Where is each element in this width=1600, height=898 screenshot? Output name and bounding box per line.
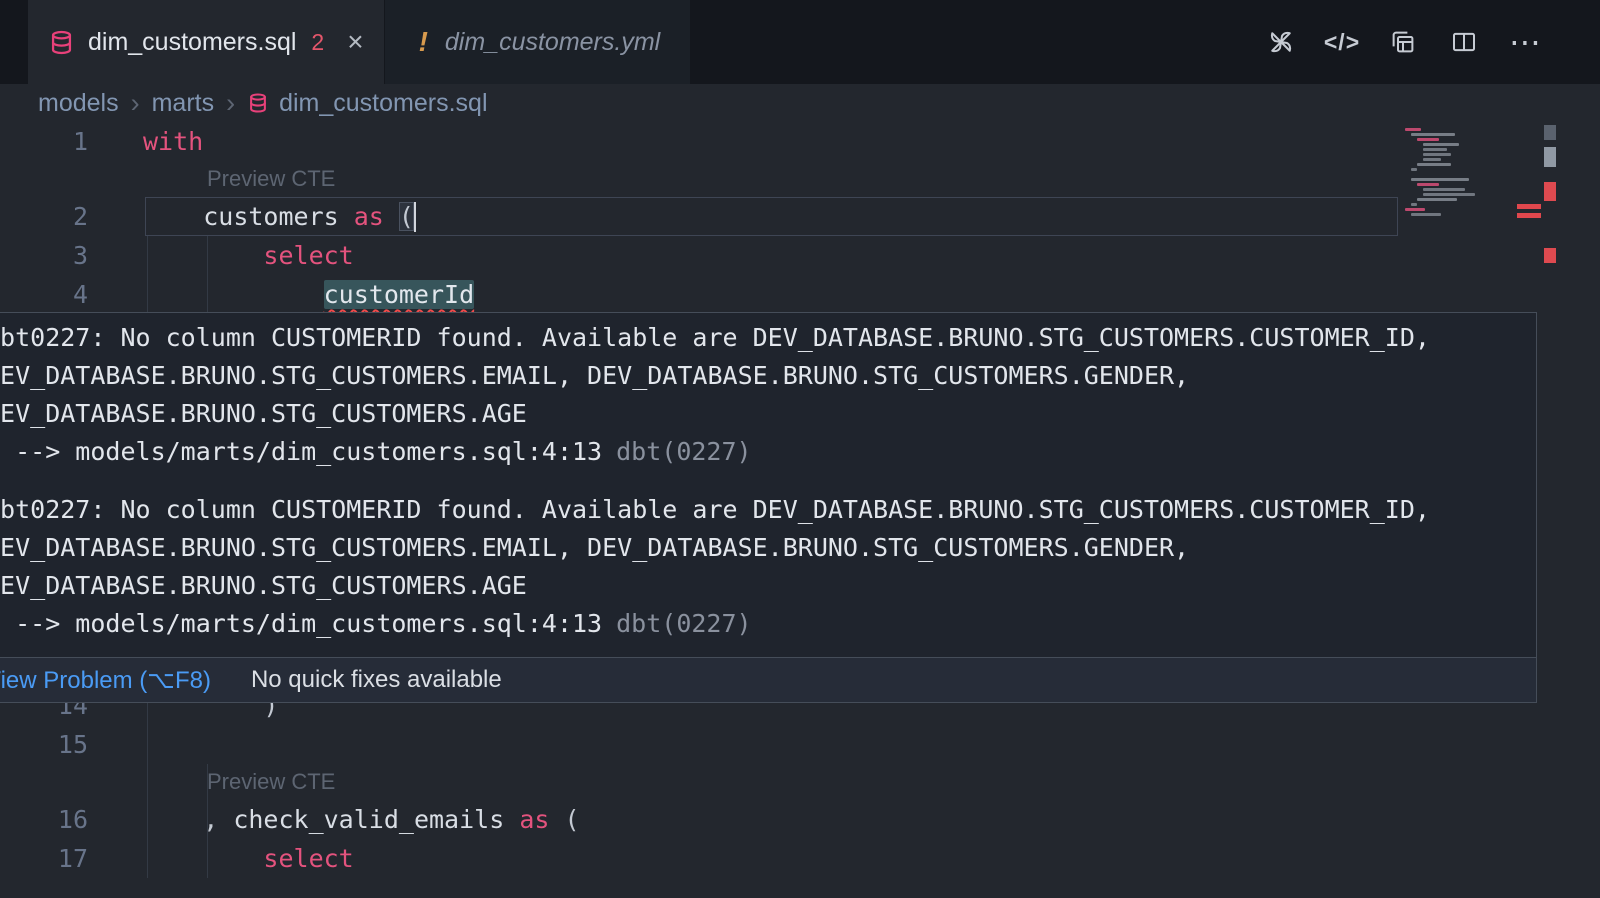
code-line-2[interactable]: 2 customers as ( [0,197,1600,236]
space [384,202,399,231]
identifier-check-valid-emails: check_valid_emails [233,805,519,834]
ruler-error-mark [1544,182,1556,201]
breadcrumb-marts[interactable]: marts [152,89,215,118]
error-text: DEV_DATABASE.BRUNO.STG_CUSTOMERS.EMAIL, … [0,357,1536,395]
tab-dim-customers-sql[interactable]: dim_customers.sql 2 × [28,0,384,84]
keyword-as: as [354,202,384,231]
error-message-block: dbt0227: No column CUSTOMERID found. Ava… [0,491,1536,643]
error-text: dbt0227: No column CUSTOMERID found. Ava… [0,491,1536,529]
minimap[interactable] [1405,128,1543,218]
warning-icon: ! [415,26,432,58]
error-source: dbt(0227) [616,437,751,466]
editor-code-bottom: 14 ) 15 Preview CTE 16 , check_valid_ema… [0,686,1600,878]
keyword-select: select [263,241,353,270]
indent-guide [207,236,208,314]
code-line-15[interactable]: 15 [0,725,1600,764]
code-line-3[interactable]: 3 select [0,236,1600,275]
ruler-error-mark [1544,248,1556,263]
line-number: 2 [0,202,143,231]
error-text: DEV_DATABASE.BRUNO.STG_CUSTOMERS.AGE [0,395,1536,433]
identifier-customers: customers [203,202,354,231]
line-number: 3 [0,241,143,270]
indent [143,805,203,834]
vscode-window: dim_customers.sql 2 × ! dim_customers.ym… [0,0,1600,898]
code-line-16[interactable]: 16 , check_valid_emails as ( [0,800,1600,839]
query-results-icon[interactable] [1386,25,1420,59]
line-number: 16 [0,805,143,834]
breadcrumb-file-label: dim_customers.sql [279,89,487,118]
error-hover-footer: View Problem (⌥F8) No quick fixes availa… [0,657,1536,702]
open-paren: ( [549,805,579,834]
close-icon[interactable]: × [347,28,363,56]
editor-actions: </> ⋯ [1264,0,1600,84]
error-message-block: dbt0227: No column CUSTOMERID found. Ava… [0,319,1536,471]
database-icon [48,29,75,56]
comma: , [203,805,233,834]
error-text: DEV_DATABASE.BRUNO.STG_CUSTOMERS.AGE [0,567,1536,605]
breadcrumb: models › marts › dim_customers.sql [0,84,1600,122]
error-location: --> models/marts/dim_customers.sql:4:13 d… [0,433,1536,471]
error-text: dbt0227: No column CUSTOMERID found. Ava… [0,319,1536,357]
breadcrumb-models[interactable]: models [38,89,119,118]
editor-tab-bar: dim_customers.sql 2 × ! dim_customers.ym… [0,0,1600,84]
indent [143,202,203,231]
error-hover-popup: dbt0227: No column CUSTOMERID found. Ava… [0,312,1537,703]
line-number: 17 [0,844,143,873]
keyword-as: as [519,805,549,834]
compiled-code-icon[interactable]: </> [1325,25,1359,59]
quick-fix-status: No quick fixes available [251,666,502,694]
editor-pane[interactable]: 1 with Preview CTE 2 customers as ( 3 se… [0,122,1600,898]
view-problem-link[interactable]: View Problem (⌥F8) [0,666,211,695]
code-line-1[interactable]: 1 with [0,122,1600,161]
database-icon [247,92,269,114]
error-location-path: --> models/marts/dim_customers.sql:4:13 [0,437,602,466]
error-text: DEV_DATABASE.BRUNO.STG_CUSTOMERS.EMAIL, … [0,529,1536,567]
error-hover-body: dbt0227: No column CUSTOMERID found. Ava… [0,313,1536,657]
error-location-path: --> models/marts/dim_customers.sql:4:13 [0,609,602,638]
indent [143,844,263,873]
keyword-select: select [263,844,353,873]
code-line-4[interactable]: 4 customerId [0,275,1600,314]
tab-problem-badge: 2 [311,29,324,56]
minimap-error-mark [1517,204,1541,209]
error-token-customerid[interactable]: customerId [324,280,475,309]
line-number: 4 [0,280,143,309]
code-line-17[interactable]: 17 select [0,839,1600,878]
indent [143,241,263,270]
line-number: 15 [0,730,143,759]
more-actions-icon[interactable]: ⋯ [1508,25,1542,59]
ruler-mark [1544,147,1556,167]
chevron-right-icon: › [226,88,235,119]
codelens-label[interactable]: Preview CTE [207,166,335,192]
codelens-preview-cte[interactable]: Preview CTE [0,161,1600,197]
chevron-right-icon: › [131,88,140,119]
breadcrumb-file[interactable]: dim_customers.sql [247,89,487,118]
tab-dim-customers-yml[interactable]: ! dim_customers.yml [385,0,691,84]
split-editor-icon[interactable] [1447,25,1481,59]
dbt-power-user-icon[interactable] [1264,25,1298,59]
ruler-mark [1544,125,1556,140]
editor-code-top: 1 with Preview CTE 2 customers as ( 3 se… [0,122,1600,314]
tab-label: dim_customers.sql [88,28,296,57]
line-number: 1 [0,127,143,156]
codelens-label[interactable]: Preview CTE [207,769,335,795]
text-cursor [414,202,416,232]
indent [143,280,324,309]
error-source: dbt(0227) [616,609,751,638]
tab-label: dim_customers.yml [445,28,660,57]
codelens-preview-cte[interactable]: Preview CTE [0,764,1600,800]
open-paren: ( [399,202,414,231]
error-location: --> models/marts/dim_customers.sql:4:13 d… [0,605,1536,643]
minimap-error-mark [1517,213,1541,218]
indent-guide [147,236,148,314]
keyword-with: with [143,127,203,156]
